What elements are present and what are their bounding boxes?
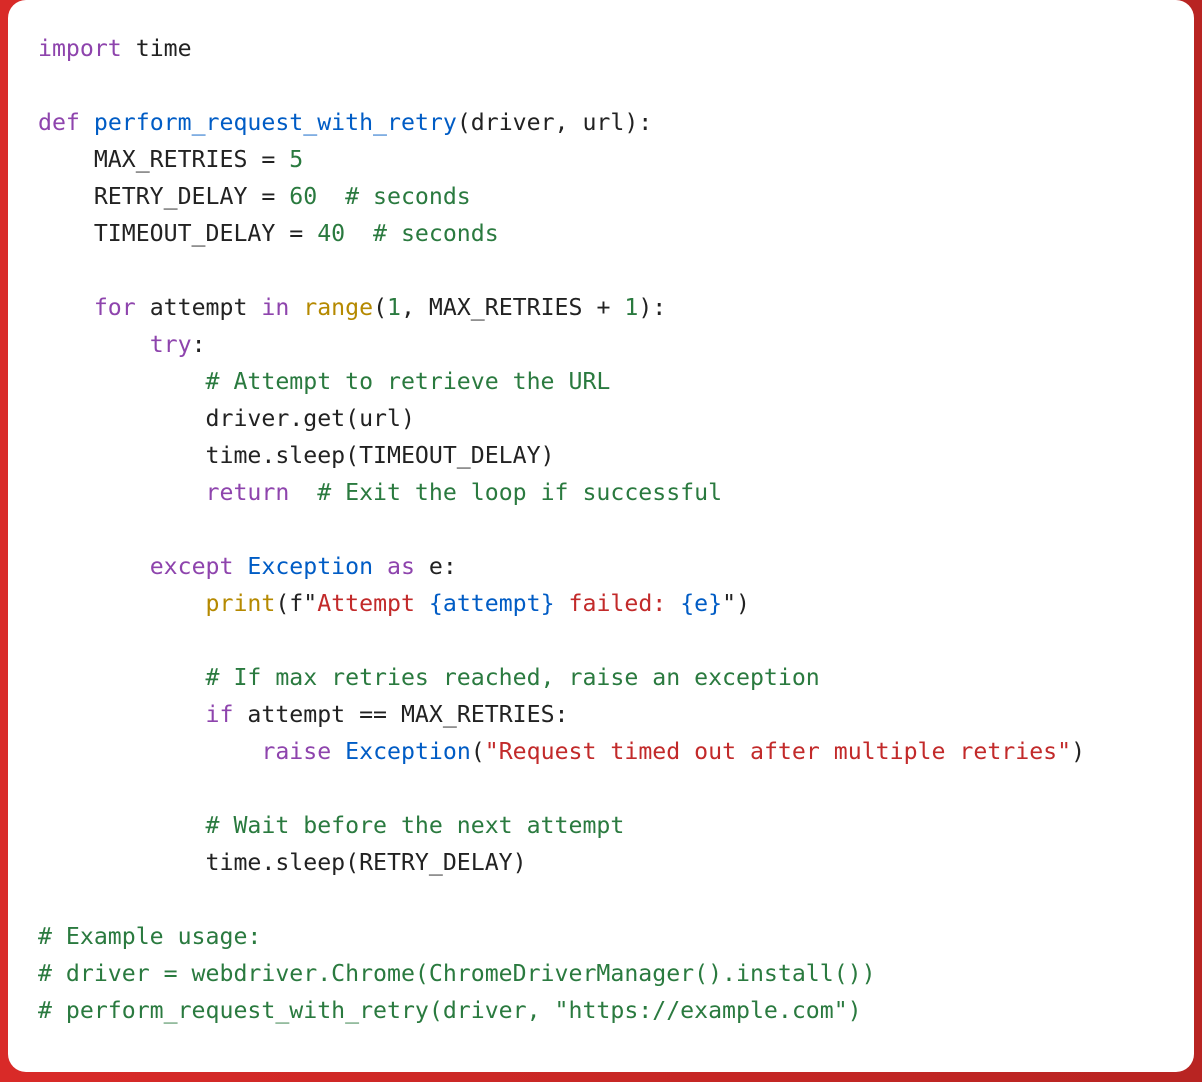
mod-time: time bbox=[136, 35, 192, 62]
kw-except: except bbox=[150, 553, 234, 580]
retry-delay-comment: # seconds bbox=[317, 183, 471, 210]
return-comment: # Exit the loop if successful bbox=[289, 479, 722, 506]
kw-as: as bbox=[387, 553, 415, 580]
example-usage-2: # driver = webdriver.Chrome(ChromeDriver… bbox=[38, 960, 876, 987]
code-card: import time def perform_request_with_ret… bbox=[8, 0, 1194, 1072]
fstr-brace2: {e} bbox=[680, 590, 722, 617]
if-cond: attempt == MAX_RETRIES: bbox=[233, 701, 568, 728]
try-colon: : bbox=[192, 331, 206, 358]
timeout-delay-lhs: TIMEOUT_DELAY = bbox=[38, 220, 317, 247]
range-one: 1 bbox=[387, 294, 401, 321]
raise-open: ( bbox=[471, 738, 485, 765]
time-sleep-retry: time.sleep(RETRY_DELAY) bbox=[38, 849, 527, 876]
fstr-brace1: {attempt} bbox=[429, 590, 555, 617]
max-retries-val: 5 bbox=[289, 146, 303, 173]
comment-attempt-url: # Attempt to retrieve the URL bbox=[38, 368, 610, 395]
except-tail: e: bbox=[415, 553, 457, 580]
raise-exception-class: Exception bbox=[345, 738, 471, 765]
code-block: import time def perform_request_with_ret… bbox=[38, 30, 1164, 1029]
builtin-print: print bbox=[206, 590, 276, 617]
driver-get: driver.get(url) bbox=[38, 405, 415, 432]
builtin-range: range bbox=[289, 294, 373, 321]
raise-str: "Request timed out after multiple retrie… bbox=[485, 738, 1071, 765]
retry-delay-val: 60 bbox=[289, 183, 317, 210]
retry-delay-lhs: RETRY_DELAY = bbox=[38, 183, 289, 210]
raise-close: ) bbox=[1071, 738, 1085, 765]
kw-return: return bbox=[206, 479, 290, 506]
kw-in: in bbox=[261, 294, 289, 321]
fstr-part1: Attempt bbox=[317, 590, 429, 617]
kw-raise: raise bbox=[261, 738, 331, 765]
fstr-close: ") bbox=[722, 590, 750, 617]
for-var: attempt bbox=[136, 294, 262, 321]
range-open: ( bbox=[373, 294, 387, 321]
kw-import: import bbox=[38, 35, 122, 62]
comment-wait: # Wait before the next attempt bbox=[38, 812, 624, 839]
range-mid: , MAX_RETRIES + bbox=[401, 294, 624, 321]
kw-for: for bbox=[94, 294, 136, 321]
kw-try: try bbox=[150, 331, 192, 358]
range-close: ): bbox=[638, 294, 666, 321]
func-name: perform_request_with_retry bbox=[94, 109, 457, 136]
fstr-open: (f" bbox=[275, 590, 317, 617]
exception-class: Exception bbox=[247, 553, 373, 580]
timeout-delay-val: 40 bbox=[317, 220, 345, 247]
example-usage-3: # perform_request_with_retry(driver, "ht… bbox=[38, 997, 862, 1024]
kw-def: def bbox=[38, 109, 80, 136]
comment-max-retries: # If max retries reached, raise an excep… bbox=[38, 664, 820, 691]
max-retries-lhs: MAX_RETRIES = bbox=[38, 146, 289, 173]
time-sleep-timeout: time.sleep(TIMEOUT_DELAY) bbox=[38, 442, 555, 469]
example-usage-1: # Example usage: bbox=[38, 923, 261, 950]
timeout-delay-comment: # seconds bbox=[345, 220, 499, 247]
range-one-2: 1 bbox=[624, 294, 638, 321]
kw-if: if bbox=[206, 701, 234, 728]
func-params: (driver, url): bbox=[457, 109, 652, 136]
fstr-part2: failed: bbox=[555, 590, 681, 617]
